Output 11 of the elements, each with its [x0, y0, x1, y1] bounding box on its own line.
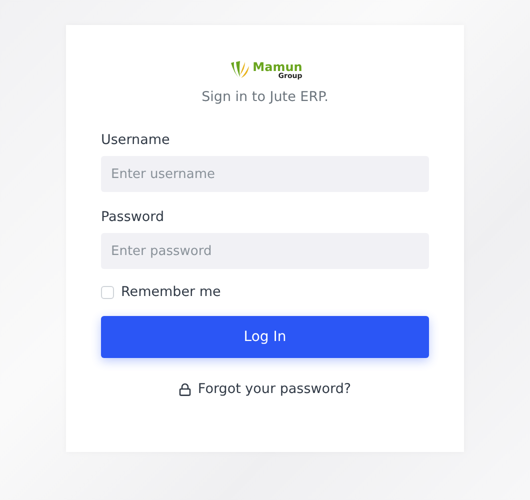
sign-in-subtitle: Sign in to Jute ERP. — [200, 89, 330, 105]
logo-name: Mamun — [252, 60, 302, 72]
username-field[interactable]: Enter username — [101, 156, 429, 192]
lock-icon — [178, 382, 191, 396]
remember-checkbox[interactable] — [101, 286, 114, 298]
remember-label: Remember me — [121, 284, 221, 300]
login-button[interactable]: Log In — [101, 316, 429, 358]
field-label: Username — [101, 132, 171, 148]
forgot-password-link[interactable]: Forgot your password? — [198, 381, 352, 397]
field-label: Password — [101, 209, 166, 225]
password-field[interactable]: Enter password — [101, 233, 429, 269]
